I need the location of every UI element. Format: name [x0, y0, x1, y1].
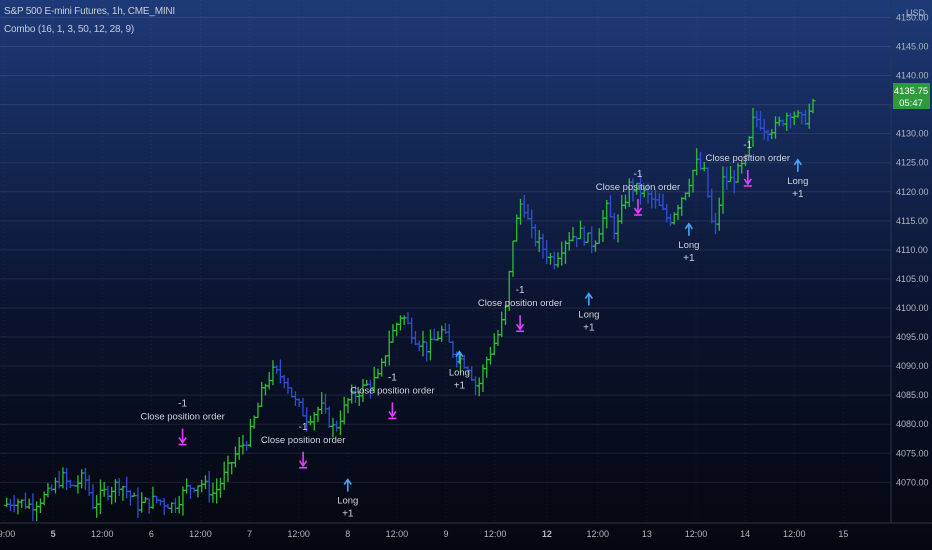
time-tick-label: 6 [149, 529, 154, 539]
price-tick-label: 4130.00 [896, 129, 929, 139]
marker-qty: -1 [178, 399, 187, 410]
marker-qty: -1 [634, 169, 643, 180]
price-tick-label: 4090.00 [896, 361, 929, 371]
marker-label: Close position order [140, 412, 225, 423]
time-tick-label: 12:00 [189, 529, 212, 539]
time-tick-label: 12:00 [91, 529, 114, 539]
price-tick-label: 4080.00 [896, 419, 929, 429]
time-tick-label: 12:00 [386, 529, 409, 539]
time-tick-label: 09:00 [0, 529, 15, 539]
marker-label: Close position order [261, 435, 346, 446]
marker-qty: -1 [299, 422, 308, 433]
study-legend[interactable]: Combo (16, 1, 3, 50, 12, 28, 9) [4, 24, 134, 35]
marker-label: Close position order [350, 385, 435, 396]
price-tick-label: 4105.00 [896, 274, 929, 284]
price-tick-label: 4120.00 [896, 187, 929, 197]
last-price-value: 4135.75 [894, 86, 928, 97]
time-tick-label: 15 [838, 529, 848, 539]
marker-qty: +1 [342, 509, 354, 520]
price-tick-label: 4125.00 [896, 158, 929, 168]
marker-label: Long [449, 368, 470, 379]
time-tick-label: 12:00 [484, 529, 507, 539]
price-tick-label: 4095.00 [896, 332, 929, 342]
time-tick-label: 12:00 [287, 529, 310, 539]
last-price-countdown: 05:47 [899, 98, 923, 109]
time-tick-label: 9 [443, 529, 448, 539]
price-chart[interactable]: -1 Close position order -1 Close position o… [0, 0, 932, 550]
time-tick-label: 8 [345, 529, 350, 539]
marker-qty: +1 [792, 189, 804, 200]
marker-label: Long [337, 496, 358, 507]
time-tick-label: 12:00 [587, 529, 610, 539]
price-tick-label: 4085.00 [896, 390, 929, 400]
time-tick-label: 7 [247, 529, 252, 539]
marker-qty: -1 [743, 140, 752, 151]
marker-qty: -1 [516, 285, 525, 296]
price-tick-label: 4075.00 [896, 448, 929, 458]
time-tick-label: 12:00 [783, 529, 806, 539]
time-tick-label: 5 [51, 529, 56, 539]
chart-root[interactable]: -1 Close position order -1 Close position o… [0, 0, 932, 550]
last-price-tag: 4135.75 05:47 [893, 83, 930, 109]
plot-background [0, 0, 932, 550]
time-tick-label: 13 [642, 529, 652, 539]
time-tick-label: 12:00 [685, 529, 708, 539]
price-tick-label: 4110.00 [896, 245, 928, 255]
marker-qty: +1 [454, 381, 466, 392]
price-tick-label: 4100.00 [896, 303, 929, 313]
marker-label: Close position order [706, 153, 791, 164]
marker-label: Long [678, 240, 699, 251]
price-tick-label: 4145.00 [896, 41, 929, 51]
price-axis-unit: USD [906, 8, 926, 18]
symbol-title[interactable]: S&P 500 E-mini Futures, 1h, CME_MINI [4, 6, 175, 17]
price-tick-label: 4115.00 [896, 216, 928, 226]
marker-qty: +1 [683, 253, 695, 264]
price-tick-label: 4140.00 [896, 71, 929, 81]
marker-label: Long [578, 310, 599, 321]
time-tick-label: 12 [542, 529, 552, 539]
marker-qty: +1 [583, 323, 595, 334]
marker-label: Close position order [596, 182, 681, 193]
marker-label: Long [787, 176, 808, 187]
time-tick-label: 14 [740, 529, 750, 539]
price-tick-label: 4070.00 [896, 477, 929, 487]
marker-qty: -1 [388, 372, 397, 383]
marker-label: Close position order [478, 298, 563, 309]
